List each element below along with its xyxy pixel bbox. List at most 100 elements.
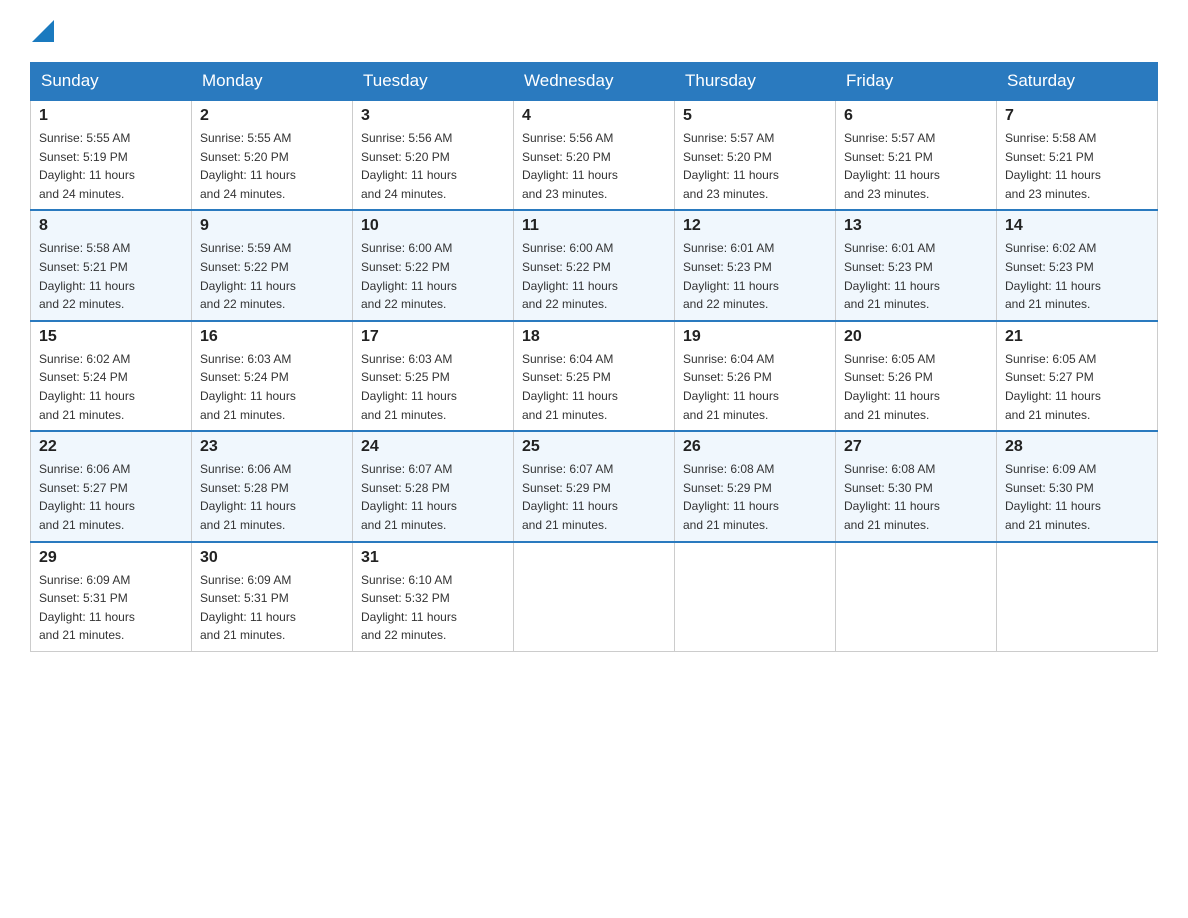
day-number: 24	[361, 438, 505, 456]
day-info: Sunrise: 6:06 AM Sunset: 5:27 PM Dayligh…	[39, 462, 135, 532]
day-number: 31	[361, 549, 505, 567]
calendar-table: SundayMondayTuesdayWednesdayThursdayFrid…	[30, 62, 1158, 652]
calendar-cell: 25 Sunrise: 6:07 AM Sunset: 5:29 PM Dayl…	[514, 431, 675, 541]
calendar-cell: 14 Sunrise: 6:02 AM Sunset: 5:23 PM Dayl…	[997, 210, 1158, 320]
day-info: Sunrise: 5:55 AM Sunset: 5:20 PM Dayligh…	[200, 131, 296, 201]
day-number: 7	[1005, 107, 1149, 125]
day-info: Sunrise: 5:57 AM Sunset: 5:21 PM Dayligh…	[844, 131, 940, 201]
logo	[30, 20, 54, 42]
day-number: 19	[683, 328, 827, 346]
col-header-monday: Monday	[192, 63, 353, 101]
day-number: 21	[1005, 328, 1149, 346]
calendar-cell: 30 Sunrise: 6:09 AM Sunset: 5:31 PM Dayl…	[192, 542, 353, 652]
calendar-cell: 22 Sunrise: 6:06 AM Sunset: 5:27 PM Dayl…	[31, 431, 192, 541]
week-row-1: 1 Sunrise: 5:55 AM Sunset: 5:19 PM Dayli…	[31, 100, 1158, 210]
calendar-cell: 13 Sunrise: 6:01 AM Sunset: 5:23 PM Dayl…	[836, 210, 997, 320]
day-info: Sunrise: 5:59 AM Sunset: 5:22 PM Dayligh…	[200, 241, 296, 311]
calendar-cell: 15 Sunrise: 6:02 AM Sunset: 5:24 PM Dayl…	[31, 321, 192, 431]
calendar-cell: 19 Sunrise: 6:04 AM Sunset: 5:26 PM Dayl…	[675, 321, 836, 431]
col-header-tuesday: Tuesday	[353, 63, 514, 101]
day-info: Sunrise: 6:04 AM Sunset: 5:25 PM Dayligh…	[522, 352, 618, 422]
day-info: Sunrise: 6:03 AM Sunset: 5:24 PM Dayligh…	[200, 352, 296, 422]
calendar-cell: 24 Sunrise: 6:07 AM Sunset: 5:28 PM Dayl…	[353, 431, 514, 541]
day-number: 14	[1005, 217, 1149, 235]
day-number: 25	[522, 438, 666, 456]
day-info: Sunrise: 6:02 AM Sunset: 5:24 PM Dayligh…	[39, 352, 135, 422]
calendar-cell: 5 Sunrise: 5:57 AM Sunset: 5:20 PM Dayli…	[675, 100, 836, 210]
calendar-cell: 29 Sunrise: 6:09 AM Sunset: 5:31 PM Dayl…	[31, 542, 192, 652]
day-number: 3	[361, 107, 505, 125]
day-number: 13	[844, 217, 988, 235]
calendar-cell: 8 Sunrise: 5:58 AM Sunset: 5:21 PM Dayli…	[31, 210, 192, 320]
calendar-cell: 7 Sunrise: 5:58 AM Sunset: 5:21 PM Dayli…	[997, 100, 1158, 210]
day-number: 15	[39, 328, 183, 346]
day-info: Sunrise: 5:56 AM Sunset: 5:20 PM Dayligh…	[522, 131, 618, 201]
day-info: Sunrise: 6:00 AM Sunset: 5:22 PM Dayligh…	[361, 241, 457, 311]
day-info: Sunrise: 5:55 AM Sunset: 5:19 PM Dayligh…	[39, 131, 135, 201]
day-info: Sunrise: 6:01 AM Sunset: 5:23 PM Dayligh…	[683, 241, 779, 311]
day-info: Sunrise: 6:03 AM Sunset: 5:25 PM Dayligh…	[361, 352, 457, 422]
calendar-cell	[836, 542, 997, 652]
day-info: Sunrise: 6:09 AM Sunset: 5:31 PM Dayligh…	[39, 573, 135, 643]
calendar-cell: 4 Sunrise: 5:56 AM Sunset: 5:20 PM Dayli…	[514, 100, 675, 210]
day-info: Sunrise: 6:07 AM Sunset: 5:29 PM Dayligh…	[522, 462, 618, 532]
day-info: Sunrise: 6:08 AM Sunset: 5:30 PM Dayligh…	[844, 462, 940, 532]
calendar-cell	[675, 542, 836, 652]
day-number: 27	[844, 438, 988, 456]
calendar-cell: 10 Sunrise: 6:00 AM Sunset: 5:22 PM Dayl…	[353, 210, 514, 320]
day-number: 4	[522, 107, 666, 125]
calendar-cell: 9 Sunrise: 5:59 AM Sunset: 5:22 PM Dayli…	[192, 210, 353, 320]
week-row-5: 29 Sunrise: 6:09 AM Sunset: 5:31 PM Dayl…	[31, 542, 1158, 652]
col-header-sunday: Sunday	[31, 63, 192, 101]
calendar-header-row: SundayMondayTuesdayWednesdayThursdayFrid…	[31, 63, 1158, 101]
calendar-cell: 18 Sunrise: 6:04 AM Sunset: 5:25 PM Dayl…	[514, 321, 675, 431]
day-number: 12	[683, 217, 827, 235]
week-row-3: 15 Sunrise: 6:02 AM Sunset: 5:24 PM Dayl…	[31, 321, 1158, 431]
calendar-cell: 28 Sunrise: 6:09 AM Sunset: 5:30 PM Dayl…	[997, 431, 1158, 541]
day-number: 9	[200, 217, 344, 235]
calendar-cell: 2 Sunrise: 5:55 AM Sunset: 5:20 PM Dayli…	[192, 100, 353, 210]
calendar-cell: 12 Sunrise: 6:01 AM Sunset: 5:23 PM Dayl…	[675, 210, 836, 320]
calendar-cell: 16 Sunrise: 6:03 AM Sunset: 5:24 PM Dayl…	[192, 321, 353, 431]
day-info: Sunrise: 5:57 AM Sunset: 5:20 PM Dayligh…	[683, 131, 779, 201]
week-row-2: 8 Sunrise: 5:58 AM Sunset: 5:21 PM Dayli…	[31, 210, 1158, 320]
day-number: 22	[39, 438, 183, 456]
logo-triangle-icon	[32, 20, 54, 42]
calendar-cell: 17 Sunrise: 6:03 AM Sunset: 5:25 PM Dayl…	[353, 321, 514, 431]
day-number: 20	[844, 328, 988, 346]
day-number: 1	[39, 107, 183, 125]
day-info: Sunrise: 6:06 AM Sunset: 5:28 PM Dayligh…	[200, 462, 296, 532]
calendar-cell: 3 Sunrise: 5:56 AM Sunset: 5:20 PM Dayli…	[353, 100, 514, 210]
col-header-friday: Friday	[836, 63, 997, 101]
day-info: Sunrise: 5:56 AM Sunset: 5:20 PM Dayligh…	[361, 131, 457, 201]
day-info: Sunrise: 6:04 AM Sunset: 5:26 PM Dayligh…	[683, 352, 779, 422]
calendar-cell: 11 Sunrise: 6:00 AM Sunset: 5:22 PM Dayl…	[514, 210, 675, 320]
day-number: 8	[39, 217, 183, 235]
day-number: 10	[361, 217, 505, 235]
calendar-cell: 23 Sunrise: 6:06 AM Sunset: 5:28 PM Dayl…	[192, 431, 353, 541]
day-number: 28	[1005, 438, 1149, 456]
col-header-thursday: Thursday	[675, 63, 836, 101]
day-number: 23	[200, 438, 344, 456]
calendar-cell	[514, 542, 675, 652]
day-info: Sunrise: 6:02 AM Sunset: 5:23 PM Dayligh…	[1005, 241, 1101, 311]
day-info: Sunrise: 6:01 AM Sunset: 5:23 PM Dayligh…	[844, 241, 940, 311]
col-header-wednesday: Wednesday	[514, 63, 675, 101]
day-info: Sunrise: 5:58 AM Sunset: 5:21 PM Dayligh…	[1005, 131, 1101, 201]
col-header-saturday: Saturday	[997, 63, 1158, 101]
day-info: Sunrise: 5:58 AM Sunset: 5:21 PM Dayligh…	[39, 241, 135, 311]
day-number: 29	[39, 549, 183, 567]
day-info: Sunrise: 6:05 AM Sunset: 5:26 PM Dayligh…	[844, 352, 940, 422]
day-info: Sunrise: 6:00 AM Sunset: 5:22 PM Dayligh…	[522, 241, 618, 311]
calendar-cell: 26 Sunrise: 6:08 AM Sunset: 5:29 PM Dayl…	[675, 431, 836, 541]
calendar-cell: 1 Sunrise: 5:55 AM Sunset: 5:19 PM Dayli…	[31, 100, 192, 210]
day-number: 18	[522, 328, 666, 346]
day-number: 26	[683, 438, 827, 456]
day-number: 30	[200, 549, 344, 567]
calendar-cell: 21 Sunrise: 6:05 AM Sunset: 5:27 PM Dayl…	[997, 321, 1158, 431]
page-header	[30, 20, 1158, 42]
calendar-cell: 27 Sunrise: 6:08 AM Sunset: 5:30 PM Dayl…	[836, 431, 997, 541]
week-row-4: 22 Sunrise: 6:06 AM Sunset: 5:27 PM Dayl…	[31, 431, 1158, 541]
day-number: 5	[683, 107, 827, 125]
day-info: Sunrise: 6:08 AM Sunset: 5:29 PM Dayligh…	[683, 462, 779, 532]
